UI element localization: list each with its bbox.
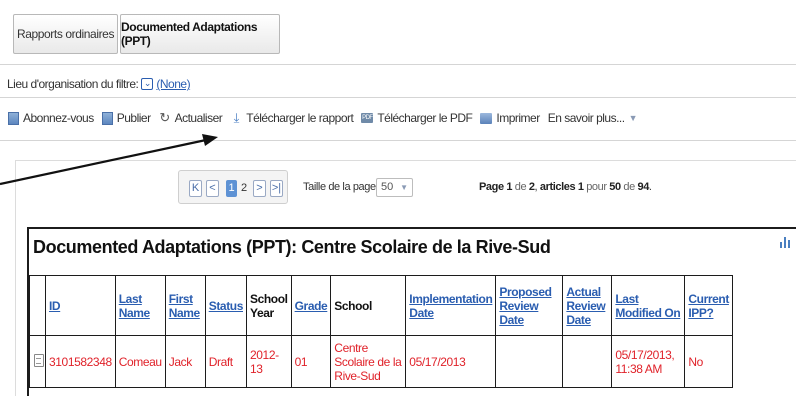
column-header-implementation-date[interactable]: Implementation Date bbox=[405, 275, 497, 336]
cell-first-name: Jack bbox=[164, 335, 206, 388]
subscribe-button[interactable]: Abonnez-vous bbox=[8, 111, 94, 125]
next-page-button[interactable]: > bbox=[253, 180, 266, 197]
more-menu[interactable]: En savoir plus... ▼ bbox=[547, 111, 638, 125]
table-header-row: ID Last Name First Name Status School Ye… bbox=[29, 275, 733, 336]
of-word: de bbox=[514, 181, 527, 193]
articles-total: 94 bbox=[637, 181, 649, 193]
filter-label: Lieu d'organisation du filtre: bbox=[7, 77, 139, 91]
print-button[interactable]: Imprimer bbox=[480, 111, 540, 125]
column-header-school-year: School Year bbox=[246, 275, 292, 336]
filter-dropdown-icon[interactable]: ⌄ bbox=[141, 78, 154, 90]
articles-word: articles bbox=[539, 181, 576, 193]
current-page: 1 bbox=[226, 180, 237, 197]
report-table: ID Last Name First Name Status School Ye… bbox=[29, 275, 733, 388]
column-header-last-name[interactable]: Last Name bbox=[114, 275, 166, 336]
report-toolbar: Abonnez-vous Publier ↻ Actualiser ⤓ Télé… bbox=[8, 110, 645, 126]
column-header-status[interactable]: Status bbox=[204, 275, 248, 336]
page-info: Page 1 de 2, articles 1 pour 50 de 94. bbox=[479, 181, 652, 193]
column-header-last-modified-on[interactable]: Last Modified On bbox=[611, 275, 686, 336]
cell-id: 3101582348 bbox=[45, 335, 116, 388]
print-label: Imprimer bbox=[496, 111, 540, 125]
divider bbox=[0, 97, 796, 98]
column-header-current-ipp[interactable]: Current IPP? bbox=[684, 275, 733, 336]
document-icon bbox=[34, 353, 44, 367]
pdf-icon: PDF bbox=[361, 113, 374, 123]
page-size-select[interactable]: 50 ▼ bbox=[376, 178, 413, 197]
chart-icon[interactable] bbox=[780, 236, 790, 248]
first-page-button[interactable]: K bbox=[189, 180, 202, 197]
last-page-button[interactable]: >| bbox=[270, 180, 283, 197]
cell-school: Centre Scolaire de la Rive-Sud bbox=[330, 335, 407, 388]
download-icon: ⤓ bbox=[233, 110, 240, 125]
page-size-value: 50 bbox=[381, 181, 394, 193]
cell-implementation-date: 05/17/2013 bbox=[405, 335, 497, 388]
download-report-button[interactable]: ⤓ Télécharger le rapport bbox=[230, 110, 354, 125]
cell-current-ipp: No bbox=[684, 335, 733, 388]
total-pages: 2 bbox=[528, 181, 535, 193]
cell-last-modified-on: 05/17/2013, 11:38 AM bbox=[611, 335, 686, 388]
breadcrumb-rapports-ordinaires[interactable]: Rapports ordinaires bbox=[13, 14, 118, 54]
subscribe-icon bbox=[8, 111, 19, 125]
filter-value-link[interactable]: (None) bbox=[156, 77, 190, 91]
cell-actual-review-date bbox=[562, 335, 613, 388]
download-pdf-button[interactable]: PDF Télécharger le PDF bbox=[361, 111, 473, 125]
report-title: Documented Adaptations (PPT): Centre Sco… bbox=[33, 237, 551, 257]
prev-page-button[interactable]: < bbox=[206, 180, 219, 197]
to-word: pour bbox=[586, 181, 607, 193]
cell-last-name: Comeau bbox=[114, 335, 166, 388]
download-pdf-label: Télécharger le PDF bbox=[377, 111, 473, 125]
publish-button[interactable]: Publier bbox=[101, 111, 151, 125]
publish-label: Publier bbox=[116, 111, 151, 125]
table-row[interactable]: 3101582348 Comeau Jack Draft 2012-13 01 … bbox=[29, 335, 733, 388]
articles-from: 1 bbox=[577, 181, 584, 193]
cell-proposed-review-date bbox=[495, 335, 564, 388]
download-report-label: Télécharger le rapport bbox=[246, 111, 354, 125]
column-header-proposed-review-date[interactable]: Proposed Review Date bbox=[495, 275, 564, 336]
page-number: 1 bbox=[506, 181, 513, 193]
cell-status: Draft bbox=[204, 335, 248, 388]
chevron-down-icon: ▼ bbox=[400, 183, 408, 192]
column-header-school: School bbox=[330, 275, 407, 336]
subscribe-label: Abonnez-vous bbox=[23, 111, 94, 125]
icon-column-header bbox=[29, 275, 46, 336]
print-icon bbox=[480, 112, 493, 124]
divider bbox=[0, 140, 796, 141]
page-2-link[interactable]: 2 bbox=[241, 180, 247, 197]
column-header-first-name[interactable]: First Name bbox=[164, 275, 206, 336]
publish-icon bbox=[101, 111, 113, 125]
cell-grade: 01 bbox=[290, 335, 332, 388]
column-header-actual-review-date[interactable]: Actual Review Date bbox=[562, 275, 613, 336]
articles-to: 50 bbox=[609, 181, 621, 193]
of-word: de bbox=[623, 181, 635, 193]
chevron-down-icon: ▼ bbox=[628, 113, 638, 123]
refresh-icon: ↻ bbox=[159, 110, 170, 125]
column-header-grade[interactable]: Grade bbox=[290, 275, 332, 336]
refresh-button[interactable]: ↻ Actualiser bbox=[159, 110, 223, 125]
breadcrumb-documented-adaptations[interactable]: Documented Adaptations (PPT) bbox=[120, 14, 280, 54]
filter-line: Lieu d'organisation du filtre: ⌄ (None) bbox=[7, 77, 191, 91]
refresh-label: Actualiser bbox=[174, 111, 223, 125]
more-label: En savoir plus... bbox=[547, 111, 625, 125]
cell-school-year: 2012-13 bbox=[246, 335, 292, 388]
column-header-id[interactable]: ID bbox=[45, 275, 116, 336]
page-size-label: Taille de la page: bbox=[303, 181, 379, 193]
row-doc-icon[interactable] bbox=[29, 335, 46, 388]
page-word: Page bbox=[479, 181, 504, 193]
divider bbox=[0, 64, 796, 65]
